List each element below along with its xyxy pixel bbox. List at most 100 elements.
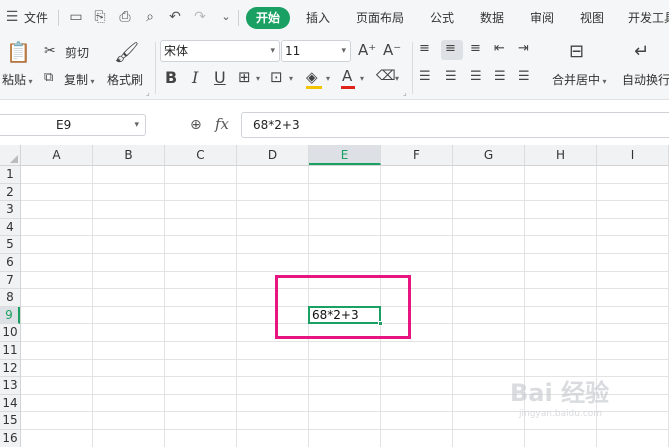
- divider: [58, 10, 59, 26]
- copy-icon[interactable]: ⧉: [44, 70, 53, 85]
- select-all-button[interactable]: [0, 145, 21, 166]
- column-header-g[interactable]: G: [453, 145, 525, 165]
- row-header-14[interactable]: 14: [0, 395, 20, 413]
- font-name-select[interactable]: 宋体 ▾: [160, 40, 280, 62]
- print-icon[interactable]: ⎙: [117, 9, 133, 25]
- gridline-horizontal: [21, 182, 669, 184]
- borders-icon[interactable]: ⊞: [238, 68, 251, 86]
- formula-bar: E9 ▾ ⊕ fx 68*2+3: [0, 109, 669, 141]
- tab-insert[interactable]: 插入: [306, 9, 330, 26]
- format-painter-button[interactable]: 格式刷: [107, 71, 143, 88]
- name-box[interactable]: E9 ▾: [0, 114, 146, 136]
- chevron-down-icon[interactable]: ▾: [289, 74, 293, 83]
- scissors-icon[interactable]: ✂: [44, 43, 56, 59]
- row-header-1[interactable]: 1: [0, 166, 20, 184]
- eraser-icon[interactable]: ⌫: [376, 68, 396, 84]
- column-header-a[interactable]: A: [21, 145, 93, 165]
- increase-font-size-icon[interactable]: A⁺: [358, 41, 376, 59]
- font-color-icon[interactable]: A: [342, 67, 352, 85]
- align-center-icon[interactable]: ☰: [445, 69, 457, 84]
- font-dialog-launcher-icon[interactable]: ⌟: [403, 88, 407, 97]
- wrap-text-button[interactable]: 自动换行: [622, 71, 669, 88]
- fx-icon[interactable]: fx: [215, 115, 229, 133]
- column-header-d[interactable]: D: [237, 145, 309, 165]
- chevron-down-icon: ▾: [341, 46, 346, 56]
- file-menu[interactable]: 文件: [24, 9, 48, 26]
- chevron-down-icon[interactable]: ▾: [326, 74, 330, 83]
- print-preview-icon[interactable]: ⌕: [142, 9, 158, 25]
- increase-indent-icon[interactable]: ⇥: [518, 41, 529, 56]
- font-size-select[interactable]: 11 ▾: [281, 40, 351, 62]
- paste-icon[interactable]: 📋: [6, 40, 31, 66]
- column-header-f[interactable]: F: [381, 145, 453, 165]
- redo-icon[interactable]: ↷: [192, 9, 208, 25]
- underline-icon[interactable]: U: [214, 68, 226, 87]
- merge-center-button[interactable]: 合并居中 ▾: [552, 71, 607, 88]
- tab-data[interactable]: 数据: [480, 9, 504, 26]
- align-bottom-icon[interactable]: ≡: [470, 41, 481, 56]
- fill-color-icon[interactable]: ◈: [306, 68, 318, 86]
- chevron-down-icon[interactable]: ▾: [395, 74, 399, 83]
- export-pdf-icon[interactable]: ⎘: [92, 9, 108, 25]
- row-header-12[interactable]: 12: [0, 360, 20, 378]
- column-header-b[interactable]: B: [93, 145, 165, 165]
- ribbon-toolbar: 📋 粘贴 ▾ ✂ 剪切 ⧉ 复制 ▾ 🖌 格式刷 ⌟ 宋体 ▾ 11 ▾ A⁺ …: [0, 36, 669, 100]
- row-header-5[interactable]: 5: [0, 236, 20, 254]
- row-header-7[interactable]: 7: [0, 272, 20, 290]
- column-header-h[interactable]: H: [525, 145, 597, 165]
- gridline-horizontal: [21, 217, 669, 219]
- bold-icon[interactable]: B: [165, 68, 177, 87]
- row-header-9[interactable]: 9: [0, 306, 20, 325]
- tab-view[interactable]: 视图: [580, 9, 604, 26]
- merge-center-icon[interactable]: ⊟: [569, 41, 584, 62]
- align-middle-icon[interactable]: ≡: [445, 41, 456, 56]
- zoom-icon[interactable]: ⊕: [190, 117, 202, 133]
- align-top-icon[interactable]: ≡: [419, 41, 430, 56]
- paste-button[interactable]: 粘贴 ▾: [2, 71, 33, 88]
- align-left-icon[interactable]: ☰: [419, 69, 431, 84]
- merge-center-label: 合并居中: [552, 73, 601, 87]
- tab-formulas[interactable]: 公式: [430, 9, 454, 26]
- formula-text: 68*2+3: [253, 118, 300, 132]
- fill-color-swatch: [306, 86, 322, 89]
- distributed-align-icon[interactable]: ☰: [518, 69, 530, 84]
- cut-button[interactable]: 剪切: [65, 44, 89, 61]
- row-header-15[interactable]: 15: [0, 412, 20, 430]
- tab-developer[interactable]: 开发工具: [628, 9, 669, 26]
- column-header-i[interactable]: I: [597, 145, 669, 165]
- formula-input[interactable]: 68*2+3: [241, 112, 669, 138]
- chevron-down-icon[interactable]: ▾: [360, 74, 364, 83]
- save-icon[interactable]: ▭: [68, 9, 84, 25]
- row-header-16[interactable]: 16: [0, 430, 20, 447]
- row-header-4[interactable]: 4: [0, 219, 20, 237]
- customize-quick-access-icon[interactable]: ⌄: [218, 9, 234, 25]
- row-header-11[interactable]: 11: [0, 342, 20, 360]
- align-right-icon[interactable]: ☰: [470, 69, 482, 84]
- row-header-13[interactable]: 13: [0, 377, 20, 395]
- wrap-text-icon[interactable]: ↵: [634, 41, 649, 62]
- chevron-down-icon[interactable]: ▾: [256, 74, 260, 83]
- row-header-2[interactable]: 2: [0, 184, 20, 202]
- tab-home[interactable]: 开始: [246, 7, 290, 29]
- row-header-10[interactable]: 10: [0, 324, 20, 342]
- decrease-indent-icon[interactable]: ⇤: [494, 41, 505, 56]
- menu-icon[interactable]: ☰: [4, 9, 20, 25]
- clipboard-dialog-launcher-icon[interactable]: ⌟: [146, 88, 150, 97]
- decrease-font-size-icon[interactable]: A⁻: [383, 41, 401, 59]
- row-header-8[interactable]: 8: [0, 289, 20, 307]
- row-header-6[interactable]: 6: [0, 254, 20, 272]
- justify-icon[interactable]: ☰: [494, 69, 506, 84]
- format-painter-icon[interactable]: 🖌: [114, 40, 139, 64]
- column-header-c[interactable]: C: [165, 145, 237, 165]
- tab-page-layout[interactable]: 页面布局: [356, 9, 404, 26]
- divider: [238, 10, 239, 26]
- column-header-e[interactable]: E: [309, 145, 381, 165]
- chevron-down-icon: ▾: [270, 46, 275, 56]
- cell-style-icon[interactable]: ⊡: [270, 68, 283, 86]
- italic-icon[interactable]: I: [192, 68, 198, 87]
- gridline-horizontal: [21, 235, 669, 237]
- undo-icon[interactable]: ↶: [167, 9, 183, 25]
- row-header-3[interactable]: 3: [0, 201, 20, 219]
- copy-button[interactable]: 复制 ▾: [64, 71, 95, 88]
- tab-review[interactable]: 审阅: [530, 9, 554, 26]
